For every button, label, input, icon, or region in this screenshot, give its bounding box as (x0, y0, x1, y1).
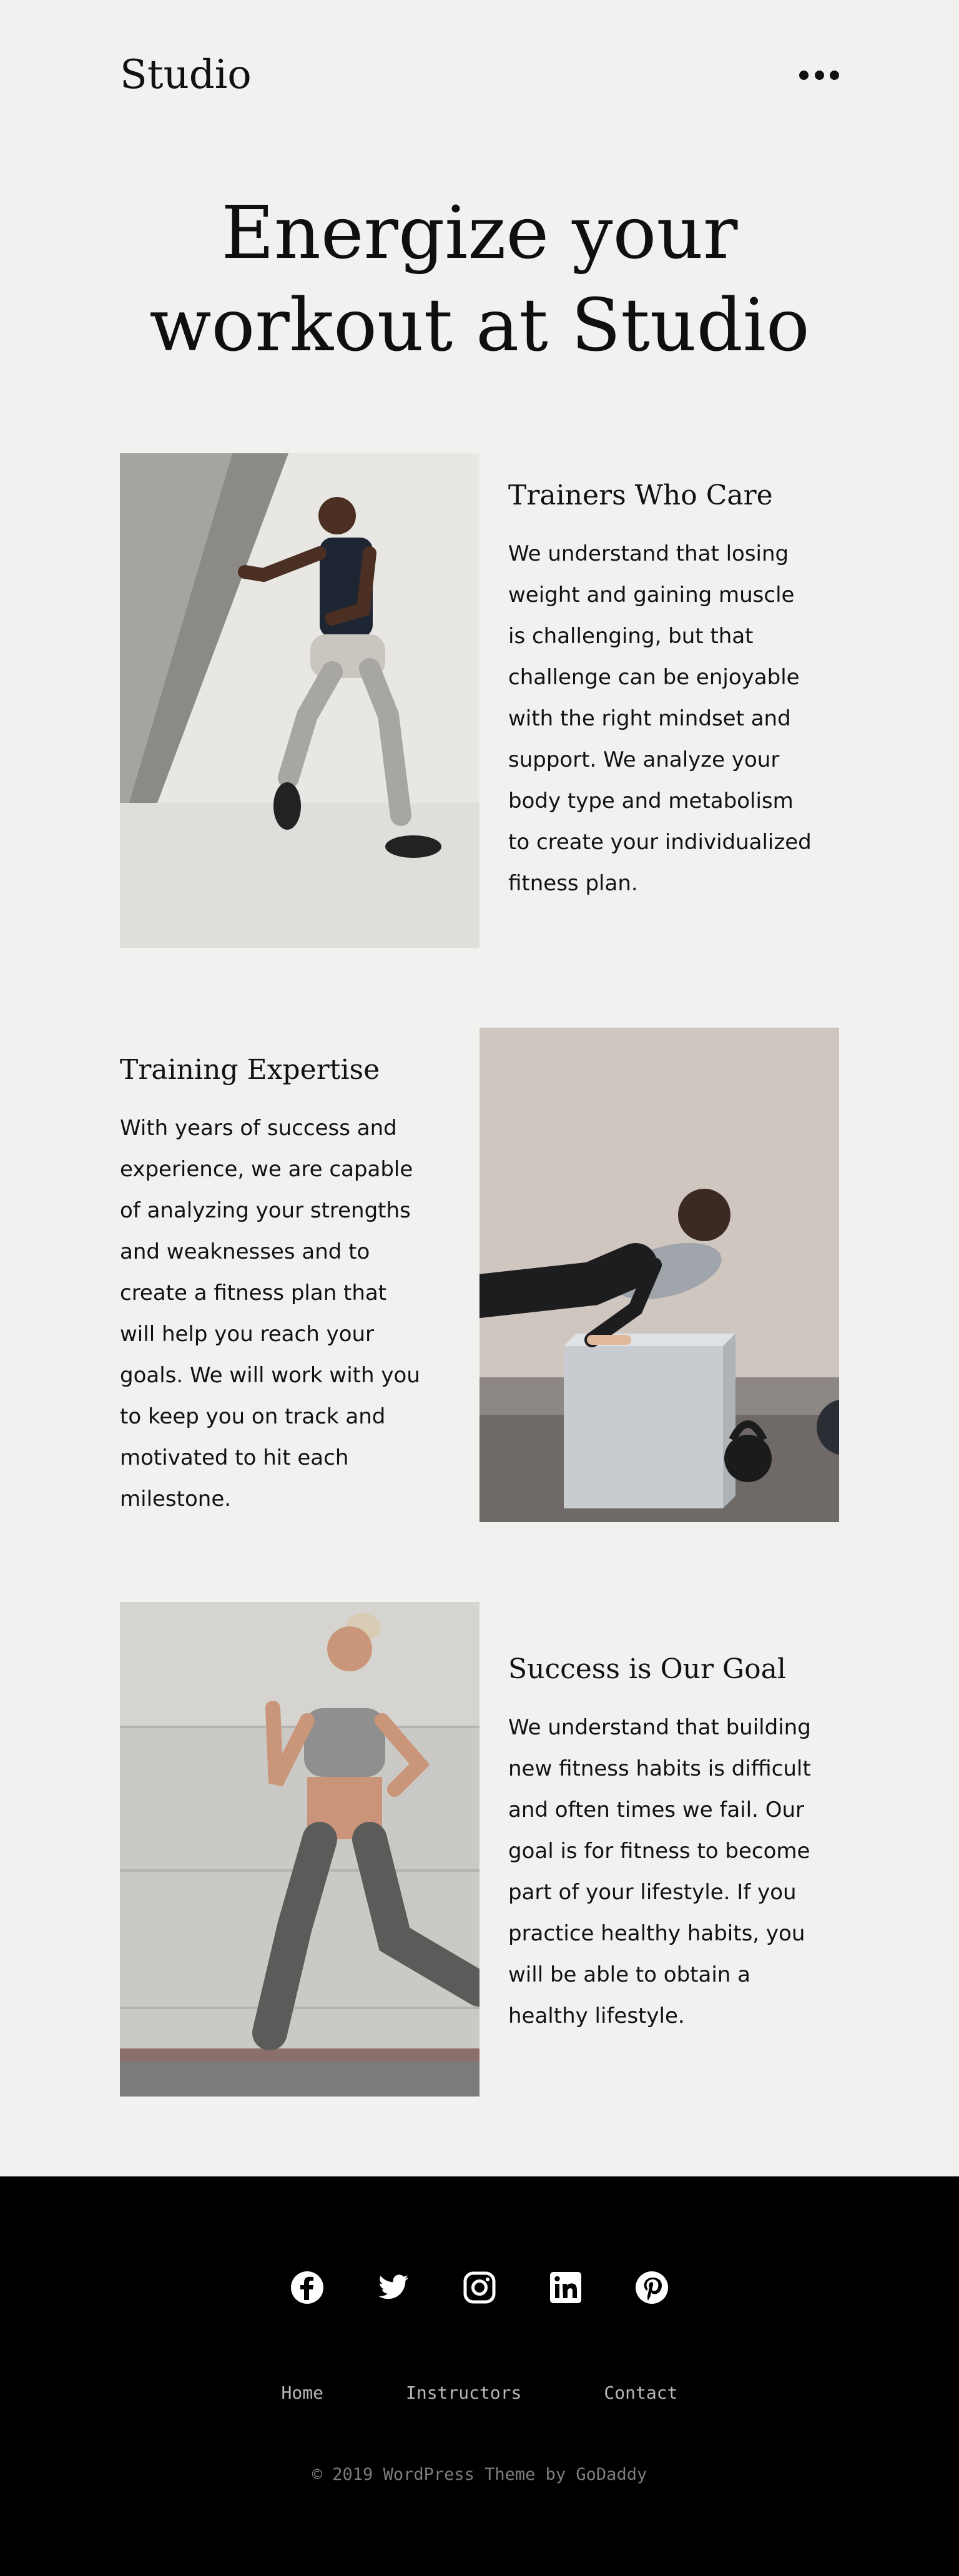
hero-title: Energize your workout at Studio (120, 187, 839, 372)
section-body: With years of success and experience, we… (120, 1116, 420, 1512)
menu-dot (799, 70, 809, 80)
footer-nav: Home Instructors Contact (0, 2382, 959, 2403)
woman-running-photo (120, 1602, 480, 2097)
section-body: We understand that losing weight and gai… (508, 541, 812, 896)
pinterest-icon[interactable] (634, 2270, 669, 2305)
site-footer: Home Instructors Contact © 2019 WordPres… (0, 2176, 959, 2576)
hero-title-line2: workout at Studio (149, 283, 810, 368)
section-text: Trainers Who Care We understand that los… (508, 478, 814, 904)
ellipsis-menu-icon[interactable] (799, 61, 839, 89)
hero-title-line1: Energize your (221, 191, 738, 275)
section-trainers: Trainers Who Care We understand that los… (120, 453, 839, 948)
instagram-icon[interactable] (462, 2270, 497, 2305)
section-text: Training Expertise With years of success… (120, 1053, 426, 1520)
section-text: Success is Our Goal We understand that b… (508, 1652, 814, 2037)
section-title: Success is Our Goal (508, 1653, 786, 1685)
social-links (0, 2270, 959, 2305)
menu-dot (830, 70, 839, 80)
woman-box-pushup-photo (480, 1028, 839, 1522)
section-title: Training Expertise (120, 1054, 380, 1086)
footer-link-contact[interactable]: Contact (604, 2382, 677, 2403)
copyright: © 2019 WordPress Theme by GoDaddy (312, 2465, 647, 2484)
footer-link-home[interactable]: Home (282, 2382, 323, 2403)
footer-link-instructors[interactable]: Instructors (406, 2382, 521, 2403)
menu-dot (814, 70, 824, 80)
facebook-icon[interactable] (290, 2270, 325, 2305)
section-body: We understand that building new fitness … (508, 1715, 811, 2028)
section-title: Trainers Who Care (508, 479, 773, 511)
site-header: Studio (120, 50, 839, 100)
man-jumping-photo (120, 453, 480, 948)
section-success: Success is Our Goal We understand that b… (120, 1602, 839, 2097)
twitter-icon[interactable] (376, 2270, 411, 2305)
section-expertise: Training Expertise With years of success… (120, 1028, 839, 1522)
linkedin-icon[interactable] (548, 2270, 583, 2305)
site-logo[interactable]: Studio (120, 50, 252, 100)
